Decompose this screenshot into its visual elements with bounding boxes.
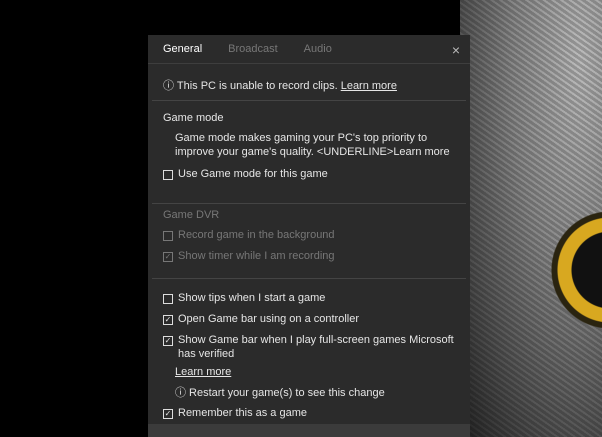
checkbox-checked-icon[interactable]: ✓ — [163, 252, 173, 262]
show-tips-checkbox[interactable]: Show tips when I start a game — [163, 291, 455, 305]
notice-learn-more-link[interactable]: Learn more — [341, 80, 397, 92]
record-background-checkbox[interactable]: Record game in the background — [163, 228, 455, 242]
show-timer-checkbox[interactable]: ✓ Show timer while I am recording — [163, 249, 455, 263]
panel-footer — [148, 424, 470, 437]
game-mode-description: Game mode makes gaming your PC's top pri… — [175, 132, 450, 158]
owl-background-image — [460, 0, 602, 437]
record-notice: ⓘ This PC is unable to record clips. Lea… — [152, 64, 466, 101]
learn-more-link[interactable]: Learn more — [175, 366, 231, 378]
checkbox-icon[interactable] — [163, 294, 173, 304]
open-game-bar-checkbox[interactable]: ✓ Open Game bar using on a controller — [163, 312, 455, 326]
tab-audio[interactable]: Audio — [304, 43, 332, 55]
checkbox-checked-icon[interactable]: ✓ — [163, 315, 173, 325]
remember-game-checkbox[interactable]: ✓ Remember this as a game — [163, 406, 455, 420]
game-bar-settings-panel: General Broadcast Audio × ⓘ This PC is u… — [148, 35, 470, 437]
game-dvr-title: Game DVR — [163, 209, 220, 221]
notice-text: ⓘ This PC is unable to record clips. — [163, 80, 341, 92]
game-mode-title: Game mode — [163, 112, 224, 124]
tab-general[interactable]: General — [163, 43, 202, 55]
show-game-bar-checkbox[interactable]: ✓ Show Game bar when I play full-screen g… — [163, 333, 455, 361]
checkbox-label: Show Game bar when I play full-screen ga… — [178, 334, 454, 360]
checkbox-icon[interactable] — [163, 170, 173, 180]
checkbox-label: Use Game mode for this game — [178, 168, 328, 180]
checkbox-label: Open Game bar using on a controller — [178, 313, 359, 325]
checkbox-label: Show tips when I start a game — [178, 292, 326, 304]
checkbox-label: Remember this as a game — [178, 407, 307, 419]
checkbox-icon[interactable] — [163, 231, 173, 241]
restart-notice: ⓘ Restart your game(s) to see this chang… — [175, 387, 385, 399]
checkbox-label: Show timer while I am recording — [178, 250, 335, 262]
checkbox-checked-icon[interactable]: ✓ — [163, 409, 173, 419]
checkbox-label: Record game in the background — [178, 229, 335, 241]
game-mode-checkbox[interactable]: Use Game mode for this game — [163, 167, 455, 181]
tab-broadcast[interactable]: Broadcast — [228, 43, 278, 55]
checkbox-checked-icon[interactable]: ✓ — [163, 336, 173, 346]
close-icon[interactable]: × — [452, 42, 460, 58]
tab-bar: General Broadcast Audio × — [148, 35, 470, 64]
